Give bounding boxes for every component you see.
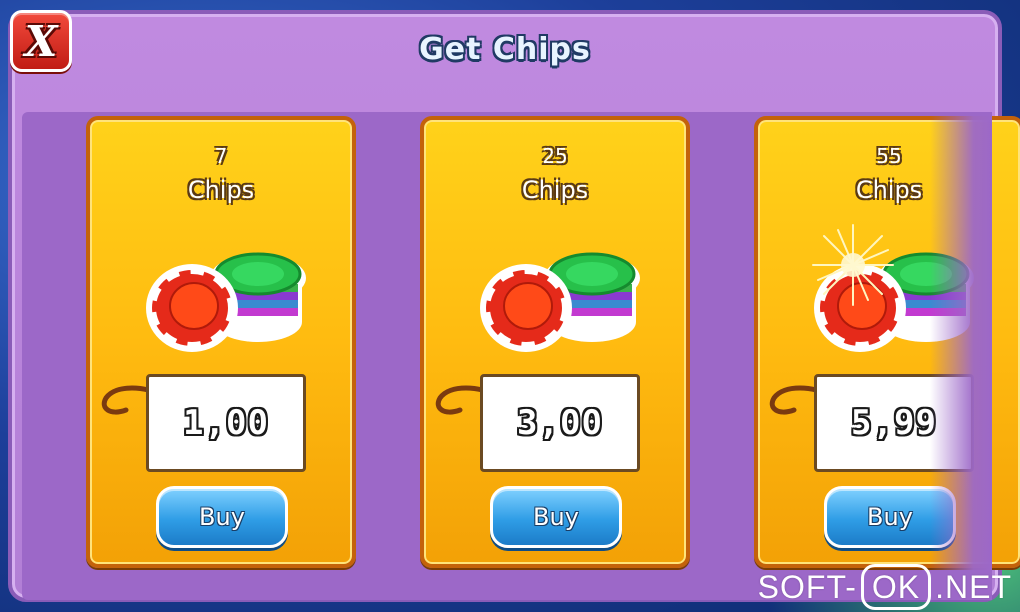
poker-chips-icon	[146, 252, 306, 352]
poker-chips-icon	[480, 252, 640, 352]
watermark: SOFT- OK .NET	[758, 564, 1012, 610]
chip-unit: Chips	[187, 176, 255, 204]
sparkle-icon	[812, 224, 894, 306]
buy-button[interactable]: Buy	[490, 486, 622, 548]
chip-pack-card: 7 Chips 1,00 Buy	[86, 116, 356, 568]
price-value: 5,99	[851, 403, 937, 443]
buy-button[interactable]: Buy	[156, 486, 288, 548]
chip-unit: Chips	[521, 176, 589, 204]
price-value: 3,00	[517, 403, 603, 443]
price-tag: 1,00	[146, 374, 306, 472]
chip-pack-card: 25 Chips 3,00 Buy	[420, 116, 690, 568]
scroll-fade	[930, 112, 992, 600]
chip-amount: 7	[214, 144, 228, 168]
dialog-title: Get Chips	[419, 32, 591, 67]
watermark-box: OK	[860, 564, 932, 610]
watermark-right: .NET	[935, 568, 1012, 605]
price-value: 1,00	[183, 403, 269, 443]
close-button[interactable]: X	[10, 10, 72, 72]
chip-amount: 25	[542, 144, 568, 168]
price-tag: 3,00	[480, 374, 640, 472]
watermark-left: SOFT-	[757, 568, 857, 605]
